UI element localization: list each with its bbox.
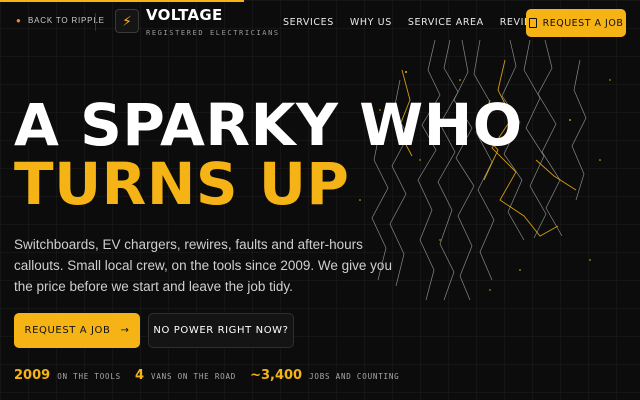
no-power-button[interactable]: NO POWER RIGHT NOW? [148, 313, 294, 348]
stat-item: 2009 ON THE TOOLS [14, 368, 121, 383]
stat-value: 4 [134, 368, 145, 383]
stat-value: ~3,400 [250, 368, 303, 383]
request-job-label: REQUEST A JOB [24, 325, 111, 336]
bolt-icon[interactable]: ⚡ [115, 9, 139, 33]
hero-title-line2: TURNS UP [14, 155, 350, 205]
request-job-header-button[interactable]: REQUEST A JOB [526, 9, 626, 37]
stat-label: JOBS AND COUNTING [309, 372, 400, 381]
site-header: ● BACK TO RIPPLE ⚡ VOLTAGE REGISTERED EL… [0, 0, 640, 46]
brand[interactable]: VOLTAGE REGISTERED ELECTRICIANS [146, 6, 280, 37]
main-nav: SERVICES WHY US SERVICE AREA REVIEWS [283, 17, 563, 28]
document-icon [528, 18, 537, 28]
nav-why-us[interactable]: WHY US [350, 17, 392, 28]
back-link[interactable]: ● BACK TO RIPPLE [16, 16, 105, 25]
back-label: BACK TO RIPPLE [28, 16, 105, 25]
brand-subtitle: REGISTERED ELECTRICIANS [146, 29, 280, 37]
nav-services[interactable]: SERVICES [283, 17, 334, 28]
hero-title-line1: A SPARKY WHO [14, 96, 523, 148]
stat-item: ~3,400 JOBS AND COUNTING [250, 368, 399, 383]
stat-item: 4 VANS ON THE ROAD [135, 368, 236, 383]
flame-icon: ● [16, 15, 22, 25]
stat-label: VANS ON THE ROAD [151, 372, 237, 381]
brand-name: VOLTAGE [146, 6, 223, 24]
arrow-right-icon: → [120, 325, 130, 336]
stats-row: 2009 ON THE TOOLS 4 VANS ON THE ROAD ~3,… [14, 368, 413, 383]
request-job-button[interactable]: REQUEST A JOB → [14, 313, 140, 348]
divider [95, 13, 96, 31]
nav-service-area[interactable]: SERVICE AREA [408, 17, 484, 28]
hero-description: Switchboards, EV chargers, rewires, faul… [14, 237, 392, 294]
stat-label: ON THE TOOLS [57, 372, 121, 381]
no-power-label: NO POWER RIGHT NOW? [153, 325, 289, 336]
stat-value: 2009 [14, 368, 51, 383]
request-job-header-label: REQUEST A JOB [542, 17, 624, 29]
